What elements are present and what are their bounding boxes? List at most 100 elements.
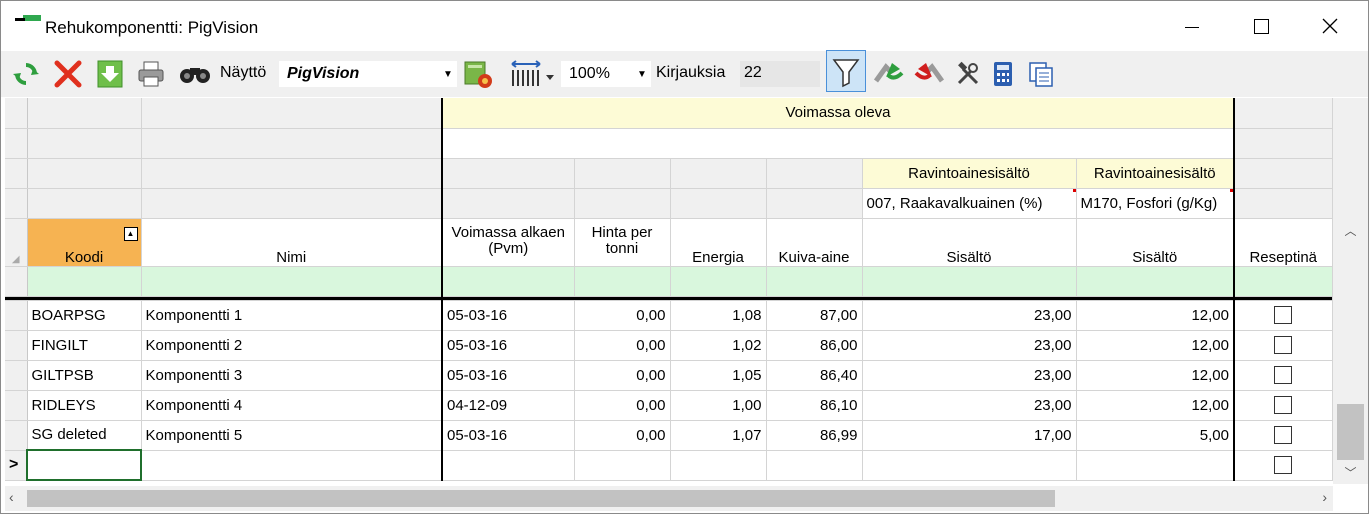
view-settings-button[interactable] (461, 57, 495, 91)
refresh-button[interactable] (9, 57, 43, 91)
cell-koodi[interactable]: BOARPSG (27, 300, 142, 331)
cell-energia[interactable]: 1,08 (670, 300, 767, 331)
cell-kuiva[interactable]: 87,00 (766, 300, 863, 331)
cell-koodi[interactable]: SG deleted (27, 420, 142, 451)
filter-cell-nimi[interactable] (141, 266, 443, 297)
cell-nimi[interactable]: Komponentti 5 (141, 420, 443, 451)
scroll-left-icon[interactable]: ‹ (9, 489, 14, 505)
cell-pvm[interactable]: 05-03-16 (442, 300, 575, 331)
data-grid[interactable]: Voimassa oleva Ravintoainesisältö Ravint… (5, 98, 1333, 484)
reseptina-checkbox[interactable] (1274, 336, 1293, 355)
cell-energia[interactable]: 1,07 (670, 420, 767, 451)
scroll-right-icon[interactable]: › (1322, 489, 1327, 505)
filter-cell-koodi[interactable] (27, 266, 142, 297)
forward-button[interactable] (871, 57, 907, 91)
back-button[interactable] (911, 57, 947, 91)
row-header-cell[interactable] (5, 420, 28, 451)
row-header-cell[interactable] (5, 330, 28, 361)
view-select[interactable]: PigVision ▼ (279, 61, 457, 87)
cell-s2[interactable]: 12,00 (1076, 360, 1235, 391)
cell-s1[interactable]: 23,00 (862, 360, 1077, 391)
new-row-cell[interactable] (574, 450, 671, 481)
row-header-cell[interactable] (5, 300, 28, 331)
table-row[interactable]: FINGILT Komponentti 2 05-03-16 0,00 1,02 86,0… (5, 330, 1333, 361)
column-header-voimassa-alkaen[interactable]: Voimassa alkaen (Pvm) (442, 218, 575, 267)
cell-reseptina[interactable] (1233, 390, 1333, 421)
new-row-cell[interactable] (1076, 450, 1235, 481)
column-header-sisalto-1[interactable]: Sisältö (862, 218, 1077, 267)
horizontal-scroll-thumb[interactable] (27, 490, 1055, 507)
column-header-sisalto-2[interactable]: Sisältö (1076, 218, 1235, 267)
cell-s2[interactable]: 5,00 (1076, 420, 1235, 451)
table-row[interactable]: SG deleted Komponentti 5 05-03-16 0,00 1,07 8… (5, 420, 1333, 451)
cell-nimi[interactable]: Komponentti 4 (141, 390, 443, 421)
cell-hinta[interactable]: 0,00 (574, 330, 671, 361)
cell-s1[interactable]: 17,00 (862, 420, 1077, 451)
cell-hinta[interactable]: 0,00 (574, 420, 671, 451)
close-button[interactable] (1295, 1, 1365, 51)
column-header-nimi[interactable]: Nimi (141, 218, 443, 267)
cell-s2[interactable]: 12,00 (1076, 330, 1235, 361)
row-header-cell[interactable] (5, 360, 28, 391)
cell-kuiva[interactable]: 86,99 (766, 420, 863, 451)
vertical-scrollbar[interactable]: ︿ ﹀ (1333, 98, 1368, 484)
cell-energia[interactable]: 1,02 (670, 330, 767, 361)
column-header-kuiva-aine[interactable]: Kuiva-aine (766, 218, 863, 267)
reseptina-checkbox[interactable] (1274, 456, 1293, 475)
cell-s1[interactable]: 23,00 (862, 300, 1077, 331)
reseptina-checkbox[interactable] (1274, 366, 1293, 385)
column-header-reseptina[interactable]: Reseptinä (1233, 218, 1333, 267)
reseptina-checkbox[interactable] (1274, 306, 1293, 325)
cell-pvm[interactable]: 05-03-16 (442, 360, 575, 391)
row-header-cell[interactable] (5, 390, 28, 421)
cell-s2[interactable]: 12,00 (1076, 300, 1235, 331)
filter-cell-energia[interactable] (670, 266, 767, 297)
cell-reseptina[interactable] (1233, 360, 1333, 391)
cell-pvm[interactable]: 05-03-16 (442, 330, 575, 361)
column-header-hinta[interactable]: Hinta per tonni (574, 218, 671, 267)
find-button[interactable] (176, 57, 214, 91)
filter-cell-sisalto-1[interactable] (862, 266, 1077, 297)
cell-koodi[interactable]: RIDLEYS (27, 390, 142, 421)
cell-reseptina[interactable] (1233, 330, 1333, 361)
cell-koodi[interactable]: GILTPSB (27, 360, 142, 391)
cell-nimi[interactable]: Komponentti 2 (141, 330, 443, 361)
reseptina-checkbox[interactable] (1274, 426, 1293, 445)
minimize-button[interactable] (1157, 1, 1227, 51)
cell-kuiva[interactable]: 86,40 (766, 360, 863, 391)
table-row[interactable]: GILTPSB Komponentti 3 05-03-16 0,00 1,05 86,4… (5, 360, 1333, 391)
filter-button[interactable] (826, 50, 866, 92)
filter-cell-kuiva[interactable] (766, 266, 863, 297)
horizontal-scrollbar[interactable]: ‹ › (5, 486, 1333, 511)
column-header-koodi[interactable]: Koodi ▲ (27, 218, 142, 267)
cell-koodi[interactable]: FINGILT (27, 330, 142, 361)
new-row-koodi-input[interactable] (26, 449, 142, 481)
vertical-scroll-thumb[interactable] (1337, 404, 1364, 460)
new-row-cell[interactable] (442, 450, 575, 481)
calculator-button[interactable] (989, 57, 1017, 91)
new-row-cell[interactable] (670, 450, 767, 481)
cell-nimi[interactable]: Komponentti 3 (141, 360, 443, 391)
cell-s2[interactable]: 12,00 (1076, 390, 1235, 421)
column-header-energia[interactable]: Energia (670, 218, 767, 267)
cell-hinta[interactable]: 0,00 (574, 360, 671, 391)
download-button[interactable] (93, 57, 127, 91)
cell-hinta[interactable]: 0,00 (574, 300, 671, 331)
new-row-cell[interactable] (141, 450, 443, 481)
copy-button[interactable] (1025, 57, 1057, 91)
filter-cell-pvm[interactable] (442, 266, 575, 297)
column-width-button[interactable] (507, 57, 557, 91)
scroll-down-icon[interactable]: ﹀ (1333, 464, 1368, 484)
delete-button[interactable] (51, 57, 85, 91)
cell-s1[interactable]: 23,00 (862, 390, 1077, 421)
cell-reseptina[interactable] (1233, 420, 1333, 451)
cell-hinta[interactable]: 0,00 (574, 390, 671, 421)
cell-energia[interactable]: 1,05 (670, 360, 767, 391)
cell-s1[interactable]: 23,00 (862, 330, 1077, 361)
reseptina-checkbox[interactable] (1274, 396, 1293, 415)
filter-cell-sisalto-2[interactable] (1076, 266, 1235, 297)
filter-cell-hinta[interactable] (574, 266, 671, 297)
cell-kuiva[interactable]: 86,00 (766, 330, 863, 361)
table-row[interactable]: RIDLEYS Komponentti 4 04-12-09 0,00 1,00 86,1… (5, 390, 1333, 421)
filter-cell-reseptina[interactable] (1233, 266, 1333, 297)
